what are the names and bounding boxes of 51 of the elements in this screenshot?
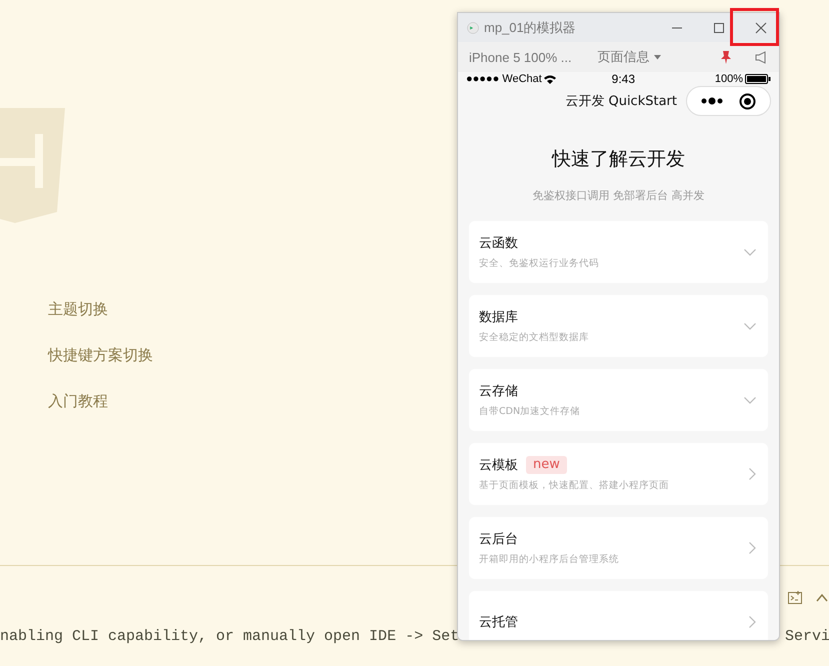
- feature-card[interactable]: 云托管: [469, 591, 768, 640]
- terminal-add-icon[interactable]: [787, 590, 803, 606]
- chevron-down-icon: [744, 396, 756, 404]
- device-selector[interactable]: iPhone 5 100% ...: [469, 50, 572, 64]
- card-subtitle: 开箱即用的小程序后台管理系统: [479, 553, 619, 566]
- clock-text: 9:43: [610, 72, 636, 86]
- feature-card[interactable]: 数据库 安全稳定的文档型数据库: [469, 295, 768, 357]
- caret-icon: [654, 54, 661, 60]
- capsule-menu[interactable]: [686, 86, 771, 116]
- pin-icon[interactable]: [721, 50, 731, 64]
- highlight-frame: [730, 8, 779, 46]
- console-text: Servi: [785, 628, 829, 645]
- card-title: 数据库: [479, 309, 518, 326]
- chevron-right-icon: [749, 616, 756, 628]
- feature-card[interactable]: 云模板 new 基于页面模板，快速配置、搭建小程序页面: [469, 443, 768, 505]
- subheading: 免鉴权接口调用 免部署后台 高并发: [532, 188, 706, 203]
- sidebar-link[interactable]: 主题切换: [48, 298, 153, 321]
- card-subtitle: 基于页面模板，快速配置、搭建小程序页面: [479, 479, 669, 492]
- card-title: 云模板: [479, 457, 518, 474]
- card-title: 云存储: [479, 383, 518, 400]
- battery-icon: [745, 74, 771, 84]
- wifi-icon: [544, 74, 556, 84]
- chevron-down-icon: [744, 322, 756, 330]
- new-badge: new: [526, 456, 567, 474]
- card-title: 云函数: [479, 235, 518, 252]
- card-title: 云后台: [479, 531, 518, 548]
- speaker-icon[interactable]: [755, 50, 767, 64]
- page-info-menu[interactable]: 页面信息: [598, 48, 650, 66]
- chevron-right-icon: [749, 542, 756, 554]
- close-icon[interactable]: [755, 22, 767, 34]
- carrier-text: ●●●●● WeChat: [466, 73, 542, 85]
- target-icon[interactable]: [739, 92, 756, 110]
- battery-text: 100%: [714, 73, 743, 85]
- console-text: nabling CLI capability, or manually open IDE -> Set: [0, 628, 460, 645]
- app-icon: [467, 22, 479, 34]
- heading: 快速了解云开发: [550, 147, 686, 172]
- window-title: mp_01的模拟器: [484, 18, 576, 36]
- maximize-icon[interactable]: [713, 22, 725, 34]
- more-icon[interactable]: [701, 97, 723, 105]
- sidebar-link[interactable]: 快捷键方案切换: [48, 344, 153, 367]
- feature-card[interactable]: 云存储 自带CDN加速文件存储: [469, 369, 768, 431]
- card-subtitle: 安全稳定的文档型数据库: [479, 331, 589, 344]
- chevron-down-icon: [744, 248, 756, 256]
- chevron-right-icon: [749, 468, 756, 480]
- card-subtitle: 自带CDN加速文件存储: [479, 405, 580, 418]
- feature-card[interactable]: 云后台 开箱即用的小程序后台管理系统: [469, 517, 768, 579]
- sidebar-link[interactable]: 入门教程: [48, 390, 153, 413]
- page-title: 云开发 QuickStart: [565, 93, 677, 110]
- card-title: 云托管: [479, 614, 518, 631]
- card-subtitle: 安全、免鉴权运行业务代码: [479, 257, 599, 270]
- feature-card[interactable]: 云函数 安全、免鉴权运行业务代码: [469, 221, 768, 283]
